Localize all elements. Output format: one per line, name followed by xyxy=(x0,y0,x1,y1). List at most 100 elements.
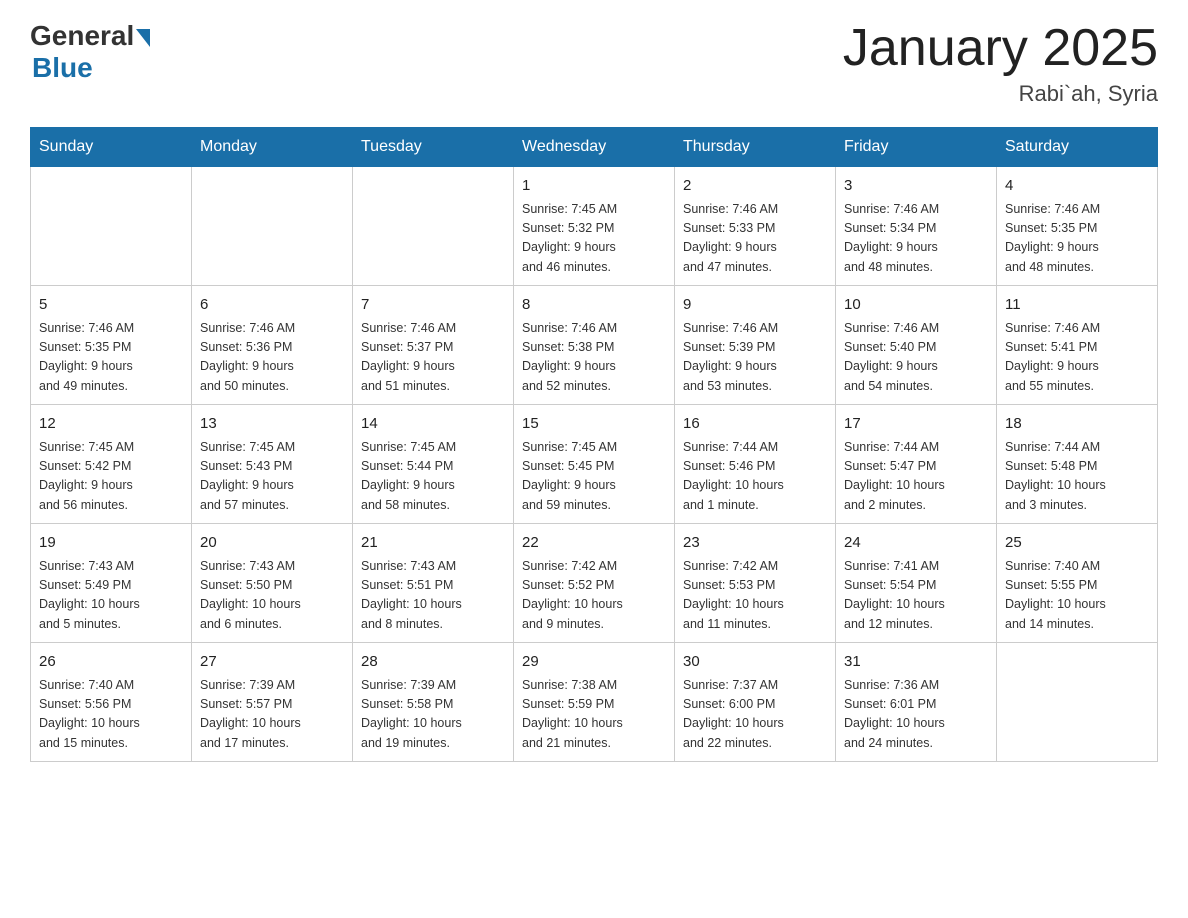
day-of-week-header: Saturday xyxy=(997,128,1158,167)
day-info: Sunrise: 7:37 AM Sunset: 6:00 PM Dayligh… xyxy=(683,676,827,754)
day-number: 24 xyxy=(844,532,988,555)
day-info: Sunrise: 7:46 AM Sunset: 5:40 PM Dayligh… xyxy=(844,319,988,397)
calendar-day-cell: 9Sunrise: 7:46 AM Sunset: 5:39 PM Daylig… xyxy=(675,286,836,405)
day-number: 12 xyxy=(39,413,183,436)
month-title: January 2025 xyxy=(843,20,1158,77)
logo-arrow-icon xyxy=(136,29,150,47)
day-number: 1 xyxy=(522,175,666,198)
calendar-table: SundayMondayTuesdayWednesdayThursdayFrid… xyxy=(30,127,1158,762)
calendar-week-row: 12Sunrise: 7:45 AM Sunset: 5:42 PM Dayli… xyxy=(31,405,1158,524)
calendar-day-cell: 3Sunrise: 7:46 AM Sunset: 5:34 PM Daylig… xyxy=(836,167,997,286)
day-info: Sunrise: 7:36 AM Sunset: 6:01 PM Dayligh… xyxy=(844,676,988,754)
day-number: 9 xyxy=(683,294,827,317)
logo-blue-text: Blue xyxy=(32,52,93,84)
calendar-day-cell: 13Sunrise: 7:45 AM Sunset: 5:43 PM Dayli… xyxy=(192,405,353,524)
calendar-week-row: 1Sunrise: 7:45 AM Sunset: 5:32 PM Daylig… xyxy=(31,167,1158,286)
title-section: January 2025 Rabi`ah, Syria xyxy=(843,20,1158,107)
calendar-day-cell: 21Sunrise: 7:43 AM Sunset: 5:51 PM Dayli… xyxy=(353,524,514,643)
calendar-day-cell: 25Sunrise: 7:40 AM Sunset: 5:55 PM Dayli… xyxy=(997,524,1158,643)
day-info: Sunrise: 7:42 AM Sunset: 5:53 PM Dayligh… xyxy=(683,557,827,635)
day-number: 15 xyxy=(522,413,666,436)
calendar-day-cell: 7Sunrise: 7:46 AM Sunset: 5:37 PM Daylig… xyxy=(353,286,514,405)
day-number: 3 xyxy=(844,175,988,198)
calendar-day-cell: 2Sunrise: 7:46 AM Sunset: 5:33 PM Daylig… xyxy=(675,167,836,286)
day-number: 30 xyxy=(683,651,827,674)
day-info: Sunrise: 7:46 AM Sunset: 5:39 PM Dayligh… xyxy=(683,319,827,397)
location-label: Rabi`ah, Syria xyxy=(843,81,1158,107)
calendar-day-cell xyxy=(997,643,1158,762)
day-info: Sunrise: 7:44 AM Sunset: 5:48 PM Dayligh… xyxy=(1005,438,1149,516)
day-number: 11 xyxy=(1005,294,1149,317)
day-number: 13 xyxy=(200,413,344,436)
day-number: 28 xyxy=(361,651,505,674)
calendar-day-cell xyxy=(192,167,353,286)
day-number: 27 xyxy=(200,651,344,674)
calendar-day-cell: 31Sunrise: 7:36 AM Sunset: 6:01 PM Dayli… xyxy=(836,643,997,762)
calendar-header-row: SundayMondayTuesdayWednesdayThursdayFrid… xyxy=(31,128,1158,167)
day-of-week-header: Wednesday xyxy=(514,128,675,167)
day-of-week-header: Monday xyxy=(192,128,353,167)
day-number: 25 xyxy=(1005,532,1149,555)
day-number: 17 xyxy=(844,413,988,436)
calendar-day-cell: 22Sunrise: 7:42 AM Sunset: 5:52 PM Dayli… xyxy=(514,524,675,643)
day-number: 19 xyxy=(39,532,183,555)
day-number: 20 xyxy=(200,532,344,555)
logo: General Blue xyxy=(30,20,150,84)
day-info: Sunrise: 7:46 AM Sunset: 5:41 PM Dayligh… xyxy=(1005,319,1149,397)
calendar-day-cell: 27Sunrise: 7:39 AM Sunset: 5:57 PM Dayli… xyxy=(192,643,353,762)
calendar-day-cell: 29Sunrise: 7:38 AM Sunset: 5:59 PM Dayli… xyxy=(514,643,675,762)
calendar-day-cell: 19Sunrise: 7:43 AM Sunset: 5:49 PM Dayli… xyxy=(31,524,192,643)
day-number: 10 xyxy=(844,294,988,317)
day-number: 22 xyxy=(522,532,666,555)
day-info: Sunrise: 7:43 AM Sunset: 5:49 PM Dayligh… xyxy=(39,557,183,635)
day-number: 5 xyxy=(39,294,183,317)
day-info: Sunrise: 7:46 AM Sunset: 5:33 PM Dayligh… xyxy=(683,200,827,278)
day-number: 18 xyxy=(1005,413,1149,436)
calendar-week-row: 26Sunrise: 7:40 AM Sunset: 5:56 PM Dayli… xyxy=(31,643,1158,762)
day-number: 16 xyxy=(683,413,827,436)
calendar-day-cell: 18Sunrise: 7:44 AM Sunset: 5:48 PM Dayli… xyxy=(997,405,1158,524)
calendar-day-cell: 26Sunrise: 7:40 AM Sunset: 5:56 PM Dayli… xyxy=(31,643,192,762)
page-header: General Blue January 2025 Rabi`ah, Syria xyxy=(30,20,1158,107)
day-number: 8 xyxy=(522,294,666,317)
day-of-week-header: Tuesday xyxy=(353,128,514,167)
calendar-day-cell: 23Sunrise: 7:42 AM Sunset: 5:53 PM Dayli… xyxy=(675,524,836,643)
day-info: Sunrise: 7:46 AM Sunset: 5:34 PM Dayligh… xyxy=(844,200,988,278)
calendar-day-cell: 16Sunrise: 7:44 AM Sunset: 5:46 PM Dayli… xyxy=(675,405,836,524)
calendar-day-cell xyxy=(31,167,192,286)
calendar-day-cell: 30Sunrise: 7:37 AM Sunset: 6:00 PM Dayli… xyxy=(675,643,836,762)
day-of-week-header: Sunday xyxy=(31,128,192,167)
day-of-week-header: Thursday xyxy=(675,128,836,167)
calendar-week-row: 5Sunrise: 7:46 AM Sunset: 5:35 PM Daylig… xyxy=(31,286,1158,405)
day-of-week-header: Friday xyxy=(836,128,997,167)
day-number: 4 xyxy=(1005,175,1149,198)
day-info: Sunrise: 7:44 AM Sunset: 5:47 PM Dayligh… xyxy=(844,438,988,516)
calendar-day-cell: 5Sunrise: 7:46 AM Sunset: 5:35 PM Daylig… xyxy=(31,286,192,405)
calendar-week-row: 19Sunrise: 7:43 AM Sunset: 5:49 PM Dayli… xyxy=(31,524,1158,643)
day-number: 7 xyxy=(361,294,505,317)
day-number: 29 xyxy=(522,651,666,674)
day-info: Sunrise: 7:40 AM Sunset: 5:55 PM Dayligh… xyxy=(1005,557,1149,635)
calendar-day-cell: 10Sunrise: 7:46 AM Sunset: 5:40 PM Dayli… xyxy=(836,286,997,405)
calendar-day-cell: 17Sunrise: 7:44 AM Sunset: 5:47 PM Dayli… xyxy=(836,405,997,524)
day-info: Sunrise: 7:46 AM Sunset: 5:37 PM Dayligh… xyxy=(361,319,505,397)
day-info: Sunrise: 7:39 AM Sunset: 5:58 PM Dayligh… xyxy=(361,676,505,754)
calendar-day-cell: 8Sunrise: 7:46 AM Sunset: 5:38 PM Daylig… xyxy=(514,286,675,405)
day-info: Sunrise: 7:43 AM Sunset: 5:50 PM Dayligh… xyxy=(200,557,344,635)
day-info: Sunrise: 7:41 AM Sunset: 5:54 PM Dayligh… xyxy=(844,557,988,635)
day-number: 23 xyxy=(683,532,827,555)
day-number: 31 xyxy=(844,651,988,674)
day-info: Sunrise: 7:39 AM Sunset: 5:57 PM Dayligh… xyxy=(200,676,344,754)
day-info: Sunrise: 7:46 AM Sunset: 5:35 PM Dayligh… xyxy=(39,319,183,397)
day-info: Sunrise: 7:46 AM Sunset: 5:38 PM Dayligh… xyxy=(522,319,666,397)
day-info: Sunrise: 7:44 AM Sunset: 5:46 PM Dayligh… xyxy=(683,438,827,516)
calendar-day-cell xyxy=(353,167,514,286)
day-number: 14 xyxy=(361,413,505,436)
day-info: Sunrise: 7:45 AM Sunset: 5:42 PM Dayligh… xyxy=(39,438,183,516)
calendar-day-cell: 1Sunrise: 7:45 AM Sunset: 5:32 PM Daylig… xyxy=(514,167,675,286)
day-info: Sunrise: 7:45 AM Sunset: 5:44 PM Dayligh… xyxy=(361,438,505,516)
calendar-day-cell: 4Sunrise: 7:46 AM Sunset: 5:35 PM Daylig… xyxy=(997,167,1158,286)
day-number: 21 xyxy=(361,532,505,555)
day-info: Sunrise: 7:45 AM Sunset: 5:43 PM Dayligh… xyxy=(200,438,344,516)
day-info: Sunrise: 7:45 AM Sunset: 5:32 PM Dayligh… xyxy=(522,200,666,278)
